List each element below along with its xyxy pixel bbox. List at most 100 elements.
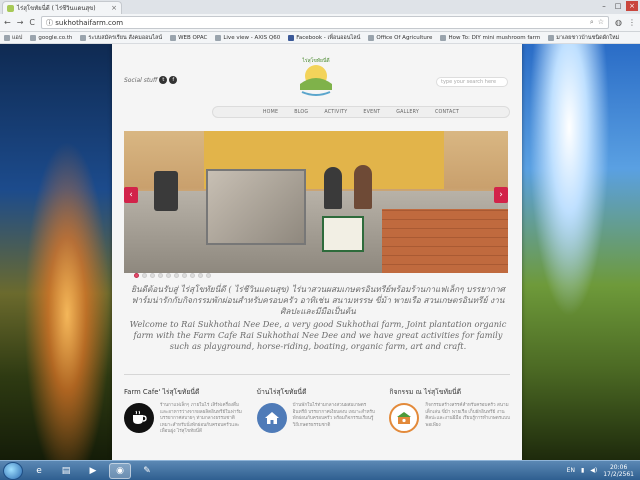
section-divider — [124, 374, 510, 375]
feature-title[interactable]: บ้านไร่สุโขทัยนี่ดี — [257, 386, 378, 397]
facebook-icon[interactable]: f — [169, 76, 178, 84]
coffee-cup-icon[interactable] — [124, 403, 154, 433]
feature-description: ร้านกาแฟเล็กๆ ภายในไร่ เสิร์ฟเครื่องดื่ม… — [160, 403, 242, 435]
bookmark-page-icon — [548, 34, 555, 41]
menu-item-event[interactable]: EVENT — [363, 110, 380, 115]
search-placeholder: type your search here — [441, 79, 497, 85]
page-info-icon[interactable]: ⓘ — [46, 18, 55, 28]
page-viewport: Social stuff t f ไร่สุโขทัยนี่ดี type yo… — [0, 44, 640, 460]
bookmark-page-icon — [30, 34, 37, 41]
extension-icon[interactable]: ◍ — [615, 18, 622, 27]
bookmark-star-icon[interactable]: ☆ — [598, 18, 604, 27]
bookmark-item[interactable]: แอป — [4, 34, 22, 42]
bookmark-page-icon — [440, 34, 447, 41]
bookmark-page-icon — [368, 34, 375, 41]
image-slider: ‹ › — [124, 131, 508, 273]
minimize-button[interactable]: – — [598, 1, 610, 11]
clock[interactable]: 20:06 17/2/2561 — [603, 464, 634, 478]
feature-description: กิจกรรมสร้างสรรค์สำหรับครอบครัว สนามเด็ก… — [425, 403, 510, 428]
facebook-icon — [288, 34, 295, 41]
slider-dot[interactable] — [182, 273, 187, 278]
slider-dots — [134, 273, 211, 278]
paint-icon[interactable]: ✎ — [136, 463, 158, 479]
volume-icon[interactable]: ◀) — [590, 467, 597, 474]
background-landscape-right — [522, 44, 640, 460]
site-logo[interactable]: ไร่สุโขทัยนี่ดี — [292, 54, 340, 102]
menu-item-blog[interactable]: BLOG — [294, 110, 308, 115]
slide-brick-wall — [382, 209, 508, 273]
logo-water-icon — [301, 91, 331, 96]
chrome-menu-icon[interactable]: ⋮ — [628, 18, 636, 27]
clock-time: 20:06 — [609, 463, 628, 471]
site-content: Social stuff t f ไร่สุโขทัยนี่ดี type yo… — [112, 44, 522, 460]
slider-dot[interactable] — [150, 273, 155, 278]
bookmark-item[interactable]: มาเลยชาวบ้านชนิดผักใหม่ — [548, 34, 619, 42]
chrome-icon[interactable]: ◉ — [109, 462, 131, 479]
slider-dot[interactable] — [190, 273, 195, 278]
bookmark-page-icon — [215, 34, 222, 41]
activity-icon[interactable] — [389, 403, 420, 433]
bookmarks-bar: แอป google.co.th ระบบสมัครเรียน สังคมออน… — [0, 32, 640, 44]
slider-prev-button[interactable]: ‹ — [124, 187, 138, 203]
social-label: Social stuff — [124, 76, 158, 84]
reload-icon[interactable]: C — [29, 18, 35, 27]
language-indicator[interactable]: EN — [567, 467, 575, 474]
slider-dot[interactable] — [206, 273, 211, 278]
social-links: Social stuff t f — [124, 76, 178, 84]
background-landscape-left — [0, 44, 112, 460]
slider-dot[interactable] — [174, 273, 179, 278]
clock-date: 17/2/2561 — [603, 470, 634, 478]
url-text: sukhothaifarm.com — [55, 18, 124, 27]
windows-taskbar: e ▤ ▶ ◉ ✎ EN ▮ ◀) 20:06 17/2/2561 — [0, 460, 640, 480]
logo-field-icon — [300, 78, 332, 90]
apps-icon — [4, 34, 10, 41]
search-page-icon[interactable]: ⌕ — [590, 18, 594, 27]
home-icon[interactable] — [256, 403, 287, 433]
file-folder-icon[interactable]: ▤ — [55, 463, 77, 479]
browser-tab[interactable]: ไร่สุโขทัยนี่ดี ( ไร่ชีวินแดนสุข) × — [2, 1, 122, 14]
slider-dot[interactable] — [166, 273, 171, 278]
feature-column-cafe: Farm Cafe' ไร่สุโขทัยนี่ดี ร้านกาแฟเล็กๆ… — [124, 386, 245, 436]
slider-next-button[interactable]: › — [494, 187, 508, 203]
bookmark-item[interactable]: Office Of Agriculture — [368, 34, 432, 41]
bookmark-item[interactable]: WEB OPAC — [170, 34, 207, 41]
coffee-machine-icon — [154, 171, 178, 211]
menu-item-gallery[interactable]: GALLERY — [396, 110, 419, 115]
slider-dot[interactable] — [158, 273, 163, 278]
internet-explorer-icon[interactable]: e — [28, 463, 50, 479]
main-menu: HOME BLOG ACTIVITY EVENT GALLERY CONTACT — [212, 106, 510, 118]
search-input[interactable]: type your search here — [436, 77, 508, 87]
close-window-button[interactable]: × — [626, 1, 638, 11]
slider-dot[interactable] — [198, 273, 203, 278]
system-tray: EN ▮ ◀) 20:06 17/2/2561 — [567, 464, 640, 478]
windows-start-icon[interactable] — [3, 461, 23, 480]
slide-display-board — [206, 169, 306, 245]
twitter-icon[interactable]: t — [159, 76, 168, 84]
menu-item-contact[interactable]: CONTACT — [435, 110, 459, 115]
maximize-button[interactable]: □ — [612, 1, 624, 11]
bookmark-item[interactable]: How To: DIY mini mushroom farm — [440, 34, 540, 41]
menu-item-home[interactable]: HOME — [263, 110, 278, 115]
bookmark-item[interactable]: Facebook - เพื่อนออนไลน์ — [288, 34, 360, 42]
welcome-text-english: Welcome to Rai Sukhothai Nee Dee, a very… — [129, 319, 507, 351]
tab-close-icon[interactable]: × — [111, 4, 117, 12]
address-bar[interactable]: ⓘ sukhothaifarm.com ⌕ ☆ — [41, 16, 610, 29]
bookmark-item[interactable]: Live view - AXIS Q60 — [215, 34, 280, 41]
menu-item-activity[interactable]: ACTIVITY — [324, 110, 347, 115]
browser-tab-bar: ไร่สุโขทัยนี่ดี ( ไร่ชีวินแดนสุข) × – □ … — [0, 0, 640, 14]
feature-columns: Farm Cafe' ไร่สุโขทัยนี่ดี ร้านกาแฟเล็กๆ… — [124, 386, 510, 436]
slider-dot[interactable] — [134, 273, 139, 278]
slide-menu-sign — [322, 216, 364, 252]
bookmark-item[interactable]: ระบบสมัครเรียน สังคมออนไลน์ — [80, 34, 162, 42]
forward-icon[interactable]: → — [17, 18, 24, 27]
back-icon[interactable]: ← — [4, 18, 11, 27]
network-icon[interactable]: ▮ — [581, 467, 584, 474]
media-player-icon[interactable]: ▶ — [82, 463, 104, 479]
feature-column-house: บ้านไร่สุโขทัยนี่ดี บ้านพักในไร่ท่ามกลาง… — [256, 386, 378, 436]
bookmark-item[interactable]: google.co.th — [30, 34, 72, 41]
slider-dot[interactable] — [142, 273, 147, 278]
feature-title[interactable]: Farm Cafe' ไร่สุโขทัยนี่ดี — [124, 386, 245, 397]
feature-title[interactable]: กิจกรรม ณ ไร่สุโขทัยนี่ดี — [389, 386, 510, 397]
site-header: Social stuff t f ไร่สุโขทัยนี่ดี type yo… — [112, 44, 522, 99]
bookmark-page-icon — [80, 34, 87, 41]
